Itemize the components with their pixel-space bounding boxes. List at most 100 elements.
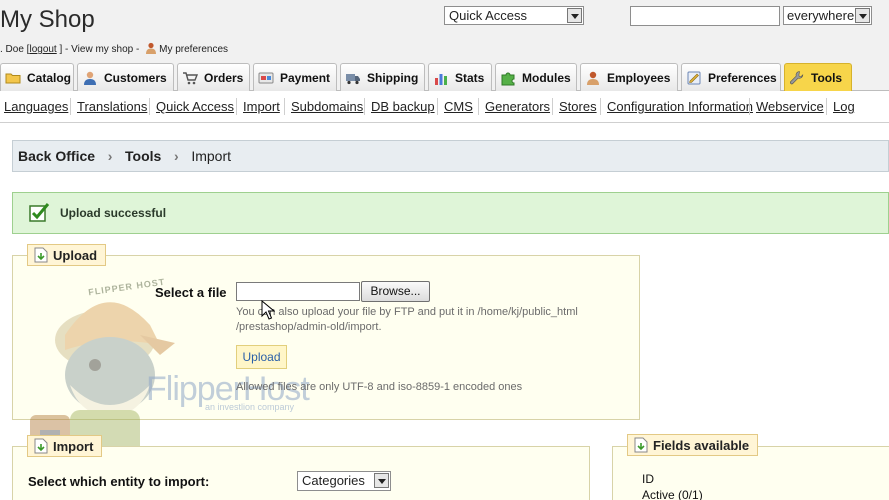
logout-link[interactable]: logout	[29, 44, 56, 55]
entity-select-value: Categories	[302, 473, 365, 488]
submenu-log[interactable]: Log	[833, 99, 855, 114]
shop-title: My Shop	[0, 6, 95, 33]
main-tabs: Catalog Customers Orders Payment Shippin…	[0, 62, 889, 91]
submenu-stores[interactable]: Stores	[559, 99, 597, 114]
payment-icon	[258, 72, 274, 83]
fields-legend-text: Fields available	[653, 437, 750, 453]
submenu-divider	[437, 98, 438, 115]
document-download-icon	[34, 247, 48, 263]
submenu-divider	[826, 98, 827, 115]
tab-label: Catalog	[27, 70, 72, 85]
submenu-divider	[364, 98, 365, 115]
checkmark-icon	[29, 203, 50, 222]
entity-select[interactable]: Categories	[297, 471, 391, 491]
ftp-hint: You can also upload your file by FTP and…	[236, 305, 616, 335]
submenu-cms[interactable]: CMS	[444, 99, 473, 114]
chevron-right-icon: ›	[107, 148, 113, 164]
upload-legend-text: Upload	[53, 247, 98, 263]
select-file-label: Select a file	[155, 285, 227, 300]
ftp-hint-line: You can also upload your file by FTP and…	[236, 306, 578, 318]
file-path-field[interactable]	[236, 282, 360, 301]
breadcrumb-import: Import	[191, 148, 232, 164]
submenu-divider	[552, 98, 553, 115]
breadcrumb: Back Office › Tools › Import	[12, 140, 889, 172]
tab-catalog[interactable]: Catalog	[0, 63, 74, 91]
tab-customers[interactable]: Customers	[77, 63, 174, 91]
breadcrumb-tools[interactable]: Tools	[125, 148, 161, 164]
submenu-configuration-information[interactable]: Configuration Information	[607, 99, 753, 114]
chevron-right-icon: ›	[174, 148, 179, 164]
submenu-divider	[600, 98, 601, 115]
list-item: ID	[642, 472, 654, 486]
search-input[interactable]	[630, 6, 780, 26]
submenu-divider	[749, 98, 750, 115]
employee-icon	[587, 71, 599, 85]
tab-orders[interactable]: Orders	[177, 63, 250, 91]
tab-label: Stats	[455, 70, 485, 85]
preferences-person-icon	[146, 42, 157, 54]
watermark-tagline: an investlion company	[205, 402, 295, 412]
tab-label: Preferences	[708, 70, 777, 85]
tab-label: Shipping	[367, 70, 419, 85]
submenu-languages[interactable]: Languages	[4, 99, 68, 114]
tab-label: Employees	[607, 70, 671, 85]
upload-legend: Upload	[27, 244, 107, 266]
submenu-divider	[236, 98, 237, 115]
mouse-pointer-icon	[261, 300, 275, 320]
customers-icon	[84, 71, 96, 85]
tab-modules[interactable]: Modules	[495, 63, 577, 91]
submenu-quick-access[interactable]: Quick Access	[156, 99, 234, 114]
puzzle-icon	[501, 72, 515, 85]
upload-fieldset	[12, 255, 640, 420]
tab-label: Customers	[104, 70, 167, 85]
tab-shipping[interactable]: Shipping	[340, 63, 425, 91]
quick-access-value: Quick Access	[449, 8, 528, 23]
upload-button[interactable]: Upload	[236, 345, 287, 369]
submenu-import[interactable]: Import	[243, 99, 280, 114]
tools-submenu: Languages Translations Quick Access Impo…	[0, 91, 889, 123]
wrench-icon	[790, 70, 804, 84]
allowed-files-note: Allowed files are only UTF-8 and iso-885…	[236, 381, 523, 393]
tab-label: Orders	[204, 70, 244, 85]
submenu-generators[interactable]: Generators	[485, 99, 550, 114]
tab-label: Payment	[280, 70, 331, 85]
import-legend-text: Import	[53, 438, 94, 454]
top-header: My Shop . Doe [logout ] - View my shop -…	[0, 0, 889, 62]
submenu-subdomains[interactable]: Subdomains	[291, 99, 363, 114]
submenu-webservice[interactable]: Webservice	[756, 99, 824, 114]
submenu-divider	[70, 98, 71, 115]
bar-chart-icon	[435, 73, 447, 85]
quick-access-select[interactable]: Quick Access	[444, 6, 584, 25]
my-preferences-link[interactable]: My preferences	[159, 44, 228, 55]
entity-select-label: Select which entity to import:	[28, 474, 210, 489]
submenu-translations[interactable]: Translations	[77, 99, 147, 114]
search-scope-select[interactable]: everywhere	[783, 6, 872, 25]
list-item: Active (0/1)	[642, 488, 703, 500]
user-name-text: . Doe [	[0, 44, 30, 55]
chevron-down-icon	[855, 8, 870, 23]
tab-payment[interactable]: Payment	[253, 63, 337, 91]
tab-tools[interactable]: Tools	[784, 63, 852, 91]
import-legend: Import	[27, 435, 103, 457]
user-line: . Doe [logout ] - View my shop - My pref…	[0, 42, 228, 55]
success-message: Upload successful	[12, 192, 889, 234]
tab-preferences[interactable]: Preferences	[681, 63, 781, 91]
ftp-hint-line: /prestashop/admin-old/import.	[236, 321, 382, 333]
submenu-divider	[478, 98, 479, 115]
success-text: Upload successful	[60, 206, 167, 220]
truck-icon	[346, 73, 360, 84]
folder-icon	[5, 73, 21, 83]
tab-employees[interactable]: Employees	[580, 63, 678, 91]
submenu-divider	[149, 98, 150, 115]
submenu-db-backup[interactable]: DB backup	[371, 99, 435, 114]
tab-label: Tools	[811, 70, 843, 85]
view-shop-link[interactable]: ] - View my shop -	[60, 44, 140, 55]
tab-stats[interactable]: Stats	[428, 63, 492, 91]
document-download-icon	[34, 438, 48, 454]
browse-button[interactable]: Browse...	[361, 281, 430, 302]
fields-available-legend: Fields available	[627, 434, 759, 456]
chevron-down-icon	[374, 473, 389, 488]
fields-list: ID Active (0/1)	[642, 471, 703, 500]
cart-icon	[183, 71, 198, 84]
breadcrumb-back-office[interactable]: Back Office	[18, 148, 95, 164]
